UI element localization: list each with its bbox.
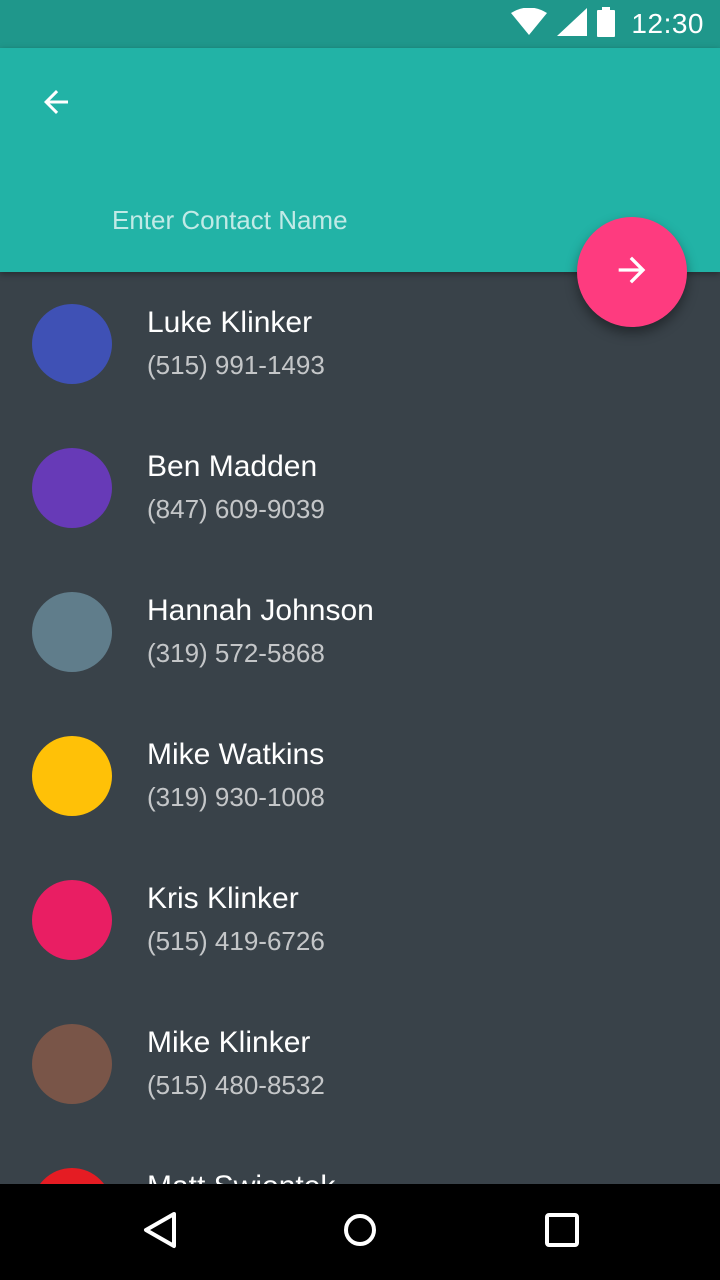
next-fab-button[interactable] [577, 217, 687, 327]
nav-recents-button[interactable] [530, 1200, 594, 1264]
home-circle-icon [342, 1212, 378, 1253]
contact-row[interactable]: Ben Madden (847) 609-9039 [0, 416, 720, 560]
recents-square-icon [544, 1212, 580, 1253]
navigation-bar [0, 1184, 720, 1280]
contact-phone: (515) 480-8532 [147, 1070, 325, 1100]
contact-row[interactable]: Matt Swiontek [0, 1136, 720, 1184]
contact-phone: (847) 609-9039 [147, 494, 325, 524]
contact-row[interactable]: Hannah Johnson (319) 572-5868 [0, 560, 720, 704]
contact-name: Matt Swiontek [147, 1170, 335, 1184]
status-time: 12:30 [631, 8, 704, 39]
contact-name: Ben Madden [147, 450, 318, 483]
avatar [32, 304, 112, 384]
contact-phone: (319) 572-5868 [147, 638, 325, 668]
avatar [32, 448, 112, 528]
nav-home-button[interactable] [328, 1200, 392, 1264]
contact-phone: (319) 930-1008 [147, 782, 325, 812]
cell-signal-icon [557, 7, 588, 41]
avatar [32, 592, 112, 672]
arrow-left-icon [38, 84, 74, 125]
contact-list: Luke Klinker (515) 991-1493 Ben Madden (… [0, 272, 720, 1184]
contact-phone: (515) 419-6726 [147, 926, 325, 956]
contact-name: Hannah Johnson [147, 594, 374, 627]
status-bar: 12:30 [0, 0, 720, 48]
contact-row[interactable]: Mike Klinker (515) 480-8532 [0, 992, 720, 1136]
arrow-right-icon [612, 250, 652, 295]
avatar [32, 880, 112, 960]
contact-name-input[interactable] [112, 198, 552, 242]
contact-row[interactable]: Kris Klinker (515) 419-6726 [0, 848, 720, 992]
contact-name: Mike Watkins [147, 738, 325, 771]
contact-name: Kris Klinker [147, 882, 299, 915]
back-triangle-icon [142, 1211, 178, 1254]
battery-icon [597, 6, 616, 42]
nav-back-button[interactable] [128, 1200, 192, 1264]
status-icons: 12:30 [511, 0, 704, 48]
contact-phone: (515) 991-1493 [147, 350, 325, 380]
avatar [32, 736, 112, 816]
wifi-icon [511, 7, 548, 41]
contact-name: Mike Klinker [147, 1026, 311, 1059]
back-button[interactable] [24, 72, 88, 136]
screen: 12:30 Luke Klinker (515) 991-1493 Be [0, 0, 720, 1280]
contact-row[interactable]: Mike Watkins (319) 930-1008 [0, 704, 720, 848]
avatar [32, 1024, 112, 1104]
avatar [32, 1168, 112, 1184]
contact-name: Luke Klinker [147, 306, 313, 339]
